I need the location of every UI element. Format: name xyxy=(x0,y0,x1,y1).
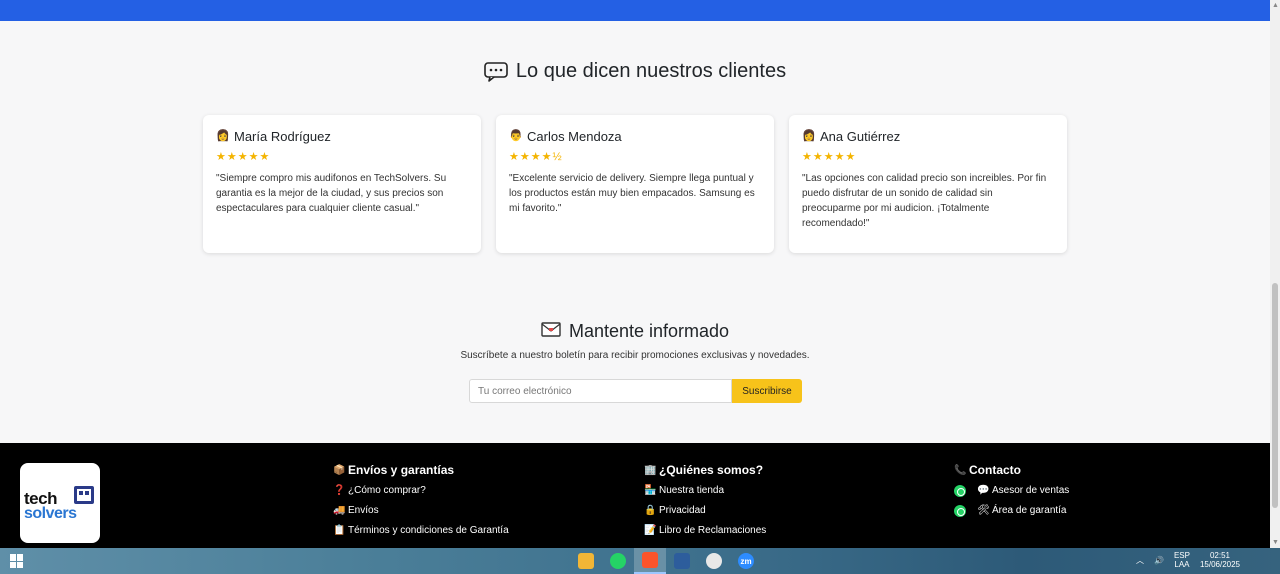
language-code: ESP xyxy=(1173,551,1190,560)
footer-col-title: Contacto xyxy=(969,463,1021,477)
taskbar-zoom[interactable]: zm xyxy=(730,548,762,574)
testimonial-card: 👨 Carlos Mendoza ★★★★½ "Excelente servic… xyxy=(496,115,774,253)
taskbar-vscode[interactable] xyxy=(666,548,698,574)
email-input[interactable] xyxy=(469,379,732,403)
page-scrollbar[interactable]: ▲ ▼ xyxy=(1270,0,1280,548)
testimonial-cards: 👩 María Rodríguez ★★★★★ "Siempre compro … xyxy=(203,115,1067,253)
site-footer: tech solvers 📦 Envíos y garantías ❓ ¿Cómo … xyxy=(0,443,1270,548)
envelope-icon xyxy=(541,321,561,342)
footer-link-label: Asesor de ventas xyxy=(992,485,1070,496)
chevron-up-icon[interactable]: ︿ xyxy=(1136,555,1144,566)
zoom-icon: zm xyxy=(738,553,754,569)
question-icon: ❓ xyxy=(333,485,346,496)
reviewer-name: Ana Gutiérrez xyxy=(820,128,901,144)
footer-link-label: Libro de Reclamaciones xyxy=(659,525,767,536)
package-icon: 📦 xyxy=(333,464,346,476)
taskbar-file-explorer[interactable] xyxy=(570,548,602,574)
speech-bubble-icon: 💬 xyxy=(977,485,990,496)
language-indicator[interactable]: ESP LAA xyxy=(1174,551,1190,569)
tools-icon: 🛠 xyxy=(977,505,990,516)
woman-avatar-icon: 👩 xyxy=(216,130,230,142)
star-rating: ★★★★★ xyxy=(216,151,271,163)
logo-mark-icon xyxy=(74,486,94,504)
footer-link-complaints-book[interactable]: 📝 Libro de Reclamaciones xyxy=(644,524,766,537)
taskbar-whatsapp[interactable] xyxy=(602,548,634,574)
taskbar-brave-browser[interactable] xyxy=(634,548,666,574)
whatsapp-icon xyxy=(610,553,626,569)
keyboard-layout: LAA xyxy=(1174,560,1190,569)
store-icon: 🏪 xyxy=(644,485,657,496)
testimonials-title: Lo que dicen nuestros clientes xyxy=(515,60,787,82)
footer-link-sales-advisor[interactable]: 💬 Asesor de ventas xyxy=(954,484,1069,497)
footer-link-label: Área de garantía xyxy=(992,505,1067,516)
footer-col-contact: 📞 Contacto 💬 Asesor de ventas 🛠 Área de gar… xyxy=(954,463,1069,517)
logo-text-solvers: solvers xyxy=(24,505,77,522)
clock-date: 15/06/2025 xyxy=(1199,560,1240,569)
clock-time: 02:51 xyxy=(1209,551,1230,560)
reviewer-name: Carlos Mendoza xyxy=(527,128,622,144)
review-text: "Excelente servicio de delivery. Siempre… xyxy=(509,173,755,214)
whatsapp-icon xyxy=(954,504,966,517)
testimonial-card: 👩 María Rodríguez ★★★★★ "Siempre compro … xyxy=(203,115,481,253)
newsletter-subtitle: Suscríbete a nuestro boletín para recibi… xyxy=(460,350,810,361)
footer-link-label: Términos y condiciones de Garantía xyxy=(348,525,509,536)
testimonials-heading: Lo que dicen nuestros clientes xyxy=(0,60,1270,83)
scrollbar-thumb[interactable] xyxy=(1272,283,1278,508)
footer-link-how-to-buy[interactable]: ❓ ¿Cómo comprar? xyxy=(333,484,509,497)
clipboard-icon: 📋 xyxy=(333,525,346,536)
taskbar-apps: zm xyxy=(570,548,762,574)
man-avatar-icon: 👨 xyxy=(509,130,523,142)
footer-link-warranty-terms[interactable]: 📋 Términos y condiciones de Garantía xyxy=(333,524,509,537)
brave-lion-icon xyxy=(642,552,658,568)
scroll-up-arrow-icon[interactable]: ▲ xyxy=(1272,2,1279,9)
footer-link-label: Envíos xyxy=(348,505,379,516)
footer-link-shipping[interactable]: 🚚 Envíos xyxy=(333,504,509,517)
footer-link-label: ¿Cómo comprar? xyxy=(348,485,426,496)
memo-icon: 📝 xyxy=(644,525,657,536)
chat-bubble-icon xyxy=(484,61,508,82)
footer-col-title: Envíos y garantías xyxy=(348,463,455,477)
code-editor-icon xyxy=(674,553,690,569)
system-tray: ︿ 🔊 ESP LAA 02:51 15/06/2025 xyxy=(1136,551,1240,569)
building-icon: 🏢 xyxy=(644,464,657,476)
shield-icon xyxy=(706,553,722,569)
newsletter-title: Mantente informado xyxy=(568,321,730,341)
footer-link-label: Privacidad xyxy=(659,505,706,516)
truck-icon: 🚚 xyxy=(333,505,346,516)
subscribe-button[interactable]: Suscribirse xyxy=(732,379,802,403)
lock-icon: 🔒 xyxy=(644,505,657,516)
testimonial-card: 👩 Ana Gutiérrez ★★★★★ "Las opciones con … xyxy=(789,115,1067,253)
review-text: "Siempre compro mis audifonos en TechSol… xyxy=(216,173,447,214)
footer-col-title: ¿Quiénes somos? xyxy=(659,463,764,477)
system-clock[interactable]: 02:51 15/06/2025 xyxy=(1200,551,1240,569)
newsletter-form: Suscribirse xyxy=(469,379,802,403)
footer-col-about: 🏢 ¿Quiénes somos? 🏪 Nuestra tienda 🔒 Privac… xyxy=(644,463,766,537)
footer-link-label: Nuestra tienda xyxy=(659,485,725,496)
scroll-down-arrow-icon[interactable]: ▼ xyxy=(1272,539,1279,546)
whatsapp-icon xyxy=(954,484,966,497)
footer-link-privacy[interactable]: 🔒 Privacidad xyxy=(644,504,766,517)
volume-icon[interactable]: 🔊 xyxy=(1154,556,1164,565)
star-rating: ★★★★½ xyxy=(509,151,563,163)
windows-taskbar: zm ︿ 🔊 ESP LAA 02:51 15/06/2025 xyxy=(0,548,1280,574)
techsolvers-logo[interactable]: tech solvers xyxy=(20,463,100,543)
footer-link-store[interactable]: 🏪 Nuestra tienda xyxy=(644,484,766,497)
footer-link-warranty-area[interactable]: 🛠 Área de garantía xyxy=(954,504,1069,517)
woman-avatar-icon: 👩 xyxy=(802,130,816,142)
windows-start-icon[interactable] xyxy=(10,554,24,568)
folder-icon xyxy=(578,553,594,569)
star-rating: ★★★★★ xyxy=(802,151,857,163)
footer-col-shipping: 📦 Envíos y garantías ❓ ¿Cómo comprar? 🚚 Env… xyxy=(333,463,509,537)
review-text: "Las opciones con calidad precio son inc… xyxy=(802,173,1047,229)
newsletter-heading: Mantente informado xyxy=(0,321,1270,342)
phone-icon: 📞 xyxy=(954,464,967,476)
taskbar-shield-app[interactable] xyxy=(698,548,730,574)
top-nav-bar xyxy=(0,0,1270,21)
reviewer-name: María Rodríguez xyxy=(234,128,331,144)
